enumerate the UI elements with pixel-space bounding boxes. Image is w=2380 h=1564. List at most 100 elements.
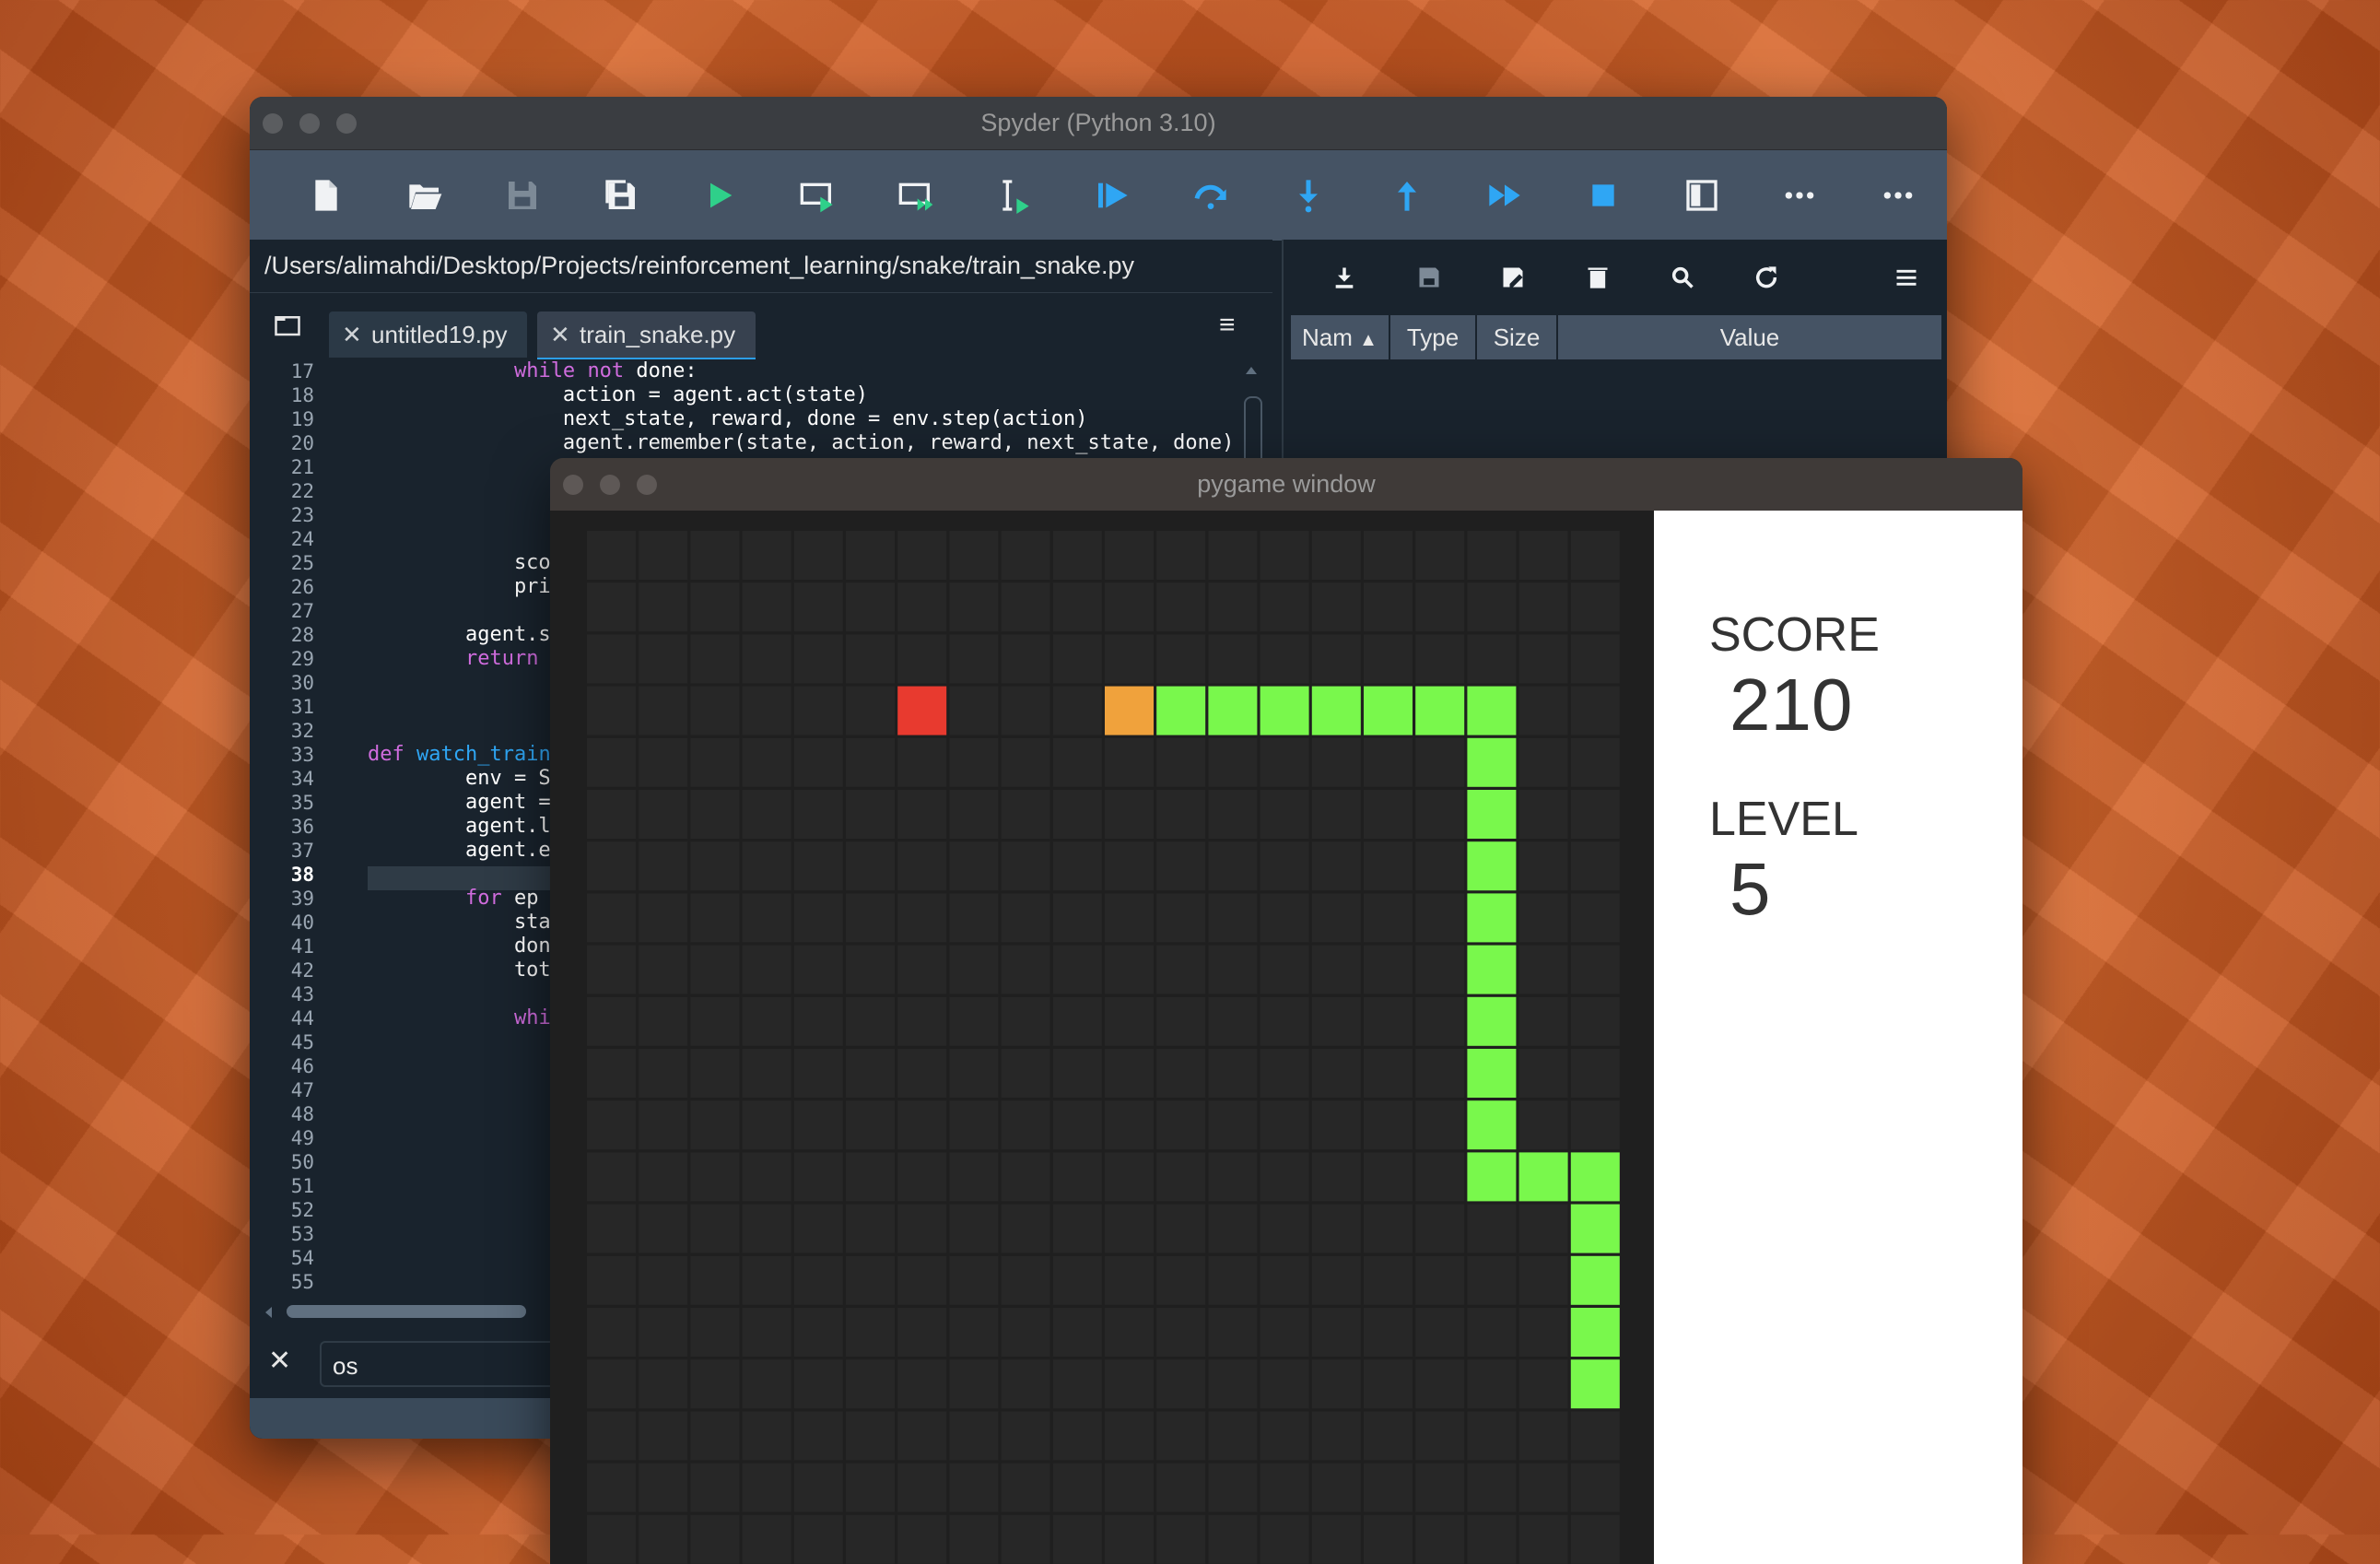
snake-body-segment [1467, 1049, 1517, 1098]
grid-cell [1311, 996, 1361, 1046]
grid-cell [1364, 1359, 1413, 1409]
save-data-as-button[interactable] [1471, 240, 1555, 315]
grid-cell [587, 1463, 636, 1512]
import-data-button[interactable] [1302, 240, 1387, 315]
toolbar-more-button[interactable] [1751, 150, 1849, 241]
step-over-button[interactable] [1161, 150, 1260, 241]
grid-cell [846, 1514, 895, 1564]
scrollbar-thumb[interactable] [287, 1305, 526, 1318]
column-size[interactable]: Size [1477, 315, 1558, 359]
line-number: 43 [290, 983, 314, 1005]
grid-cell [1052, 790, 1102, 839]
column-name[interactable]: Nam ▲ [1291, 315, 1390, 359]
run-cell-advance-button[interactable] [867, 150, 966, 241]
line-number: 27 [290, 600, 314, 622]
grid-cell [639, 686, 688, 735]
grid-cell [587, 1411, 636, 1461]
debug-button[interactable] [1063, 150, 1162, 241]
tab-train-snake[interactable]: ✕ train_snake.py [537, 312, 756, 361]
remove-all-icon [1588, 267, 1608, 288]
snake-body-segment [1364, 686, 1413, 735]
grid-cell [1415, 1308, 1465, 1357]
new-file-button[interactable] [277, 150, 376, 241]
score-value: 210 [1729, 664, 1853, 746]
grid-cell [1570, 1049, 1620, 1098]
grid-cell [1260, 634, 1309, 684]
tab-untitled19[interactable]: ✕ untitled19.py [329, 312, 528, 358]
grid-cell [587, 1308, 636, 1357]
grid-cell [639, 1204, 688, 1253]
grid-cell [1001, 582, 1050, 632]
maximize-pane-button[interactable] [1652, 150, 1751, 241]
line-number: 17 [290, 360, 314, 382]
step-into-icon [1299, 180, 1319, 213]
grid-cell [587, 841, 636, 891]
close-tab-icon[interactable]: ✕ [550, 312, 570, 358]
editor-options-icon[interactable]: ≡ [1219, 310, 1236, 341]
grid-cell [1260, 893, 1309, 943]
save-all-button[interactable] [572, 150, 671, 241]
grid-cell [1467, 1514, 1517, 1564]
code-line[interactable]: action = agent.act(state) [368, 383, 868, 407]
grid-cell [1364, 1100, 1413, 1150]
line-number: 21 [290, 456, 314, 478]
close-find-icon[interactable]: ✕ [268, 1345, 291, 1377]
code-line[interactable]: agent.remember(state, action, reward, ne… [368, 431, 1234, 455]
grid-cell [1208, 841, 1258, 891]
grid-cell [1415, 893, 1465, 943]
step-out-button[interactable] [1358, 150, 1457, 241]
run-cell-button[interactable] [768, 150, 867, 241]
grid-cell [639, 945, 688, 994]
grid-cell [1518, 1514, 1568, 1564]
grid-cell [1208, 945, 1258, 994]
save-button[interactable] [474, 150, 572, 241]
grid-cell [1311, 634, 1361, 684]
browse-tabs-button[interactable] [274, 313, 301, 342]
snake-body-segment [1467, 996, 1517, 1046]
grid-cell [1467, 634, 1517, 684]
remove-all-button[interactable] [1555, 240, 1640, 315]
line-number: 18 [290, 384, 314, 406]
grid-cell [690, 686, 740, 735]
grid-cell [742, 737, 791, 787]
column-type[interactable]: Type [1390, 315, 1477, 359]
grid-cell [897, 1514, 947, 1564]
open-file-button[interactable] [376, 150, 475, 241]
column-value[interactable]: Value [1558, 315, 1941, 359]
code-line[interactable]: def watch_train [368, 743, 551, 767]
options-menu-icon [1896, 269, 1917, 286]
step-into-button[interactable] [1260, 150, 1358, 241]
grid-cell [1518, 1308, 1568, 1357]
snake-head [1105, 686, 1154, 735]
debug-icon [1098, 182, 1128, 208]
variable-explorer-options-button[interactable] [1864, 240, 1947, 315]
snake-body-segment [1467, 841, 1517, 891]
snake-body-segment [1208, 686, 1258, 735]
grid-cell [1208, 737, 1258, 787]
grid-cell [742, 1152, 791, 1202]
run-selection-button[interactable] [965, 150, 1063, 241]
toolbar-more-button-2[interactable] [1849, 150, 1948, 241]
grid-cell [1467, 531, 1517, 580]
continue-button[interactable] [1456, 150, 1554, 241]
search-variables-button[interactable] [1640, 240, 1725, 315]
code-line[interactable]: while not done: [368, 359, 698, 383]
grid-cell [1311, 737, 1361, 787]
grid-cell [1518, 893, 1568, 943]
stop-button[interactable] [1554, 150, 1653, 241]
grid-cell [1311, 1204, 1361, 1253]
run-button[interactable] [670, 150, 768, 241]
grid-cell [1208, 634, 1258, 684]
grid-cell [1260, 996, 1309, 1046]
refresh-button[interactable] [1725, 240, 1810, 315]
line-number: 34 [290, 768, 314, 790]
close-tab-icon[interactable]: ✕ [342, 312, 362, 358]
code-line[interactable]: next_state, reward, done = env.step(acti… [368, 407, 1088, 431]
grid-cell [793, 1255, 843, 1305]
save-data-button[interactable] [1387, 240, 1471, 315]
grid-cell [1052, 893, 1102, 943]
variable-explorer: Nam ▲ Type Size Value [1282, 240, 1947, 461]
line-number: 53 [290, 1223, 314, 1245]
grid-cell [1467, 1204, 1517, 1253]
grid-cell [1518, 1049, 1568, 1098]
